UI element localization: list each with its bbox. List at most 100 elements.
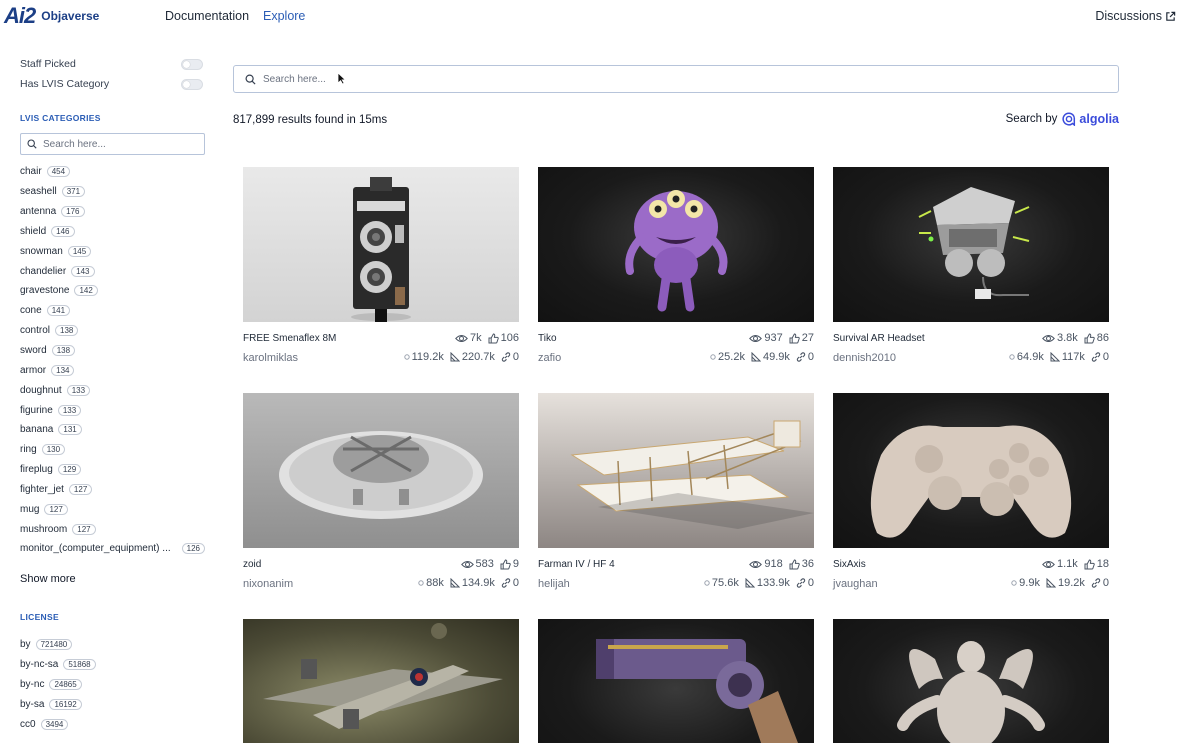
category-count-badge: 127 <box>68 483 93 495</box>
main-search-placeholder: Search here... <box>263 73 326 85</box>
lvis-category-item[interactable]: banana 131 <box>20 420 206 440</box>
license-item[interactable]: by-nc-sa 51868 <box>20 655 206 675</box>
category-count-badge: 141 <box>46 305 71 317</box>
lvis-category-item[interactable]: sword 138 <box>20 341 206 361</box>
lvis-category-item[interactable]: chandelier 143 <box>20 261 206 281</box>
model-author[interactable]: zafio <box>538 352 561 364</box>
model-title[interactable]: Tiko <box>538 333 557 344</box>
model-thumbnail[interactable] <box>538 167 814 322</box>
model-thumbnail[interactable] <box>833 393 1109 548</box>
lvis-category-item[interactable]: ring 130 <box>20 440 206 460</box>
lvis-search-input[interactable]: Search here... <box>20 133 205 155</box>
vertices-count: 9.9k <box>1019 577 1040 589</box>
lvis-category-item[interactable]: seashell 371 <box>20 182 206 202</box>
license-label: by-sa <box>20 698 45 710</box>
model-title[interactable]: Farman IV / HF 4 <box>538 559 615 570</box>
main-search-input[interactable]: Search here... <box>233 65 1119 93</box>
vertices-icon <box>704 580 710 586</box>
lvis-category-item[interactable]: mushroom 127 <box>20 519 206 539</box>
license-label: cc0 <box>20 718 36 730</box>
model-card[interactable] <box>538 619 814 743</box>
lvis-category-item[interactable]: control 138 <box>20 321 206 341</box>
views-stat: 7k <box>455 332 482 344</box>
model-thumbnail[interactable] <box>833 167 1109 322</box>
model-card[interactable]: SixAxis jvaughan 1.1k 18 9.9k 19.2k 0 <box>833 393 1109 592</box>
has-lvis-label: Has LVIS Category <box>20 78 110 90</box>
likes-icon <box>1084 558 1095 569</box>
category-label: armor <box>20 364 47 376</box>
views-stat: 1.1k <box>1042 558 1078 570</box>
search-by-algolia[interactable]: Search by algolia <box>1006 112 1119 126</box>
likes-stat: 86 <box>1084 332 1109 344</box>
model-thumbnail[interactable] <box>833 619 1109 743</box>
license-count-badge: 24865 <box>49 678 82 690</box>
model-title[interactable]: zoid <box>243 559 261 570</box>
category-count-badge: 146 <box>51 225 75 237</box>
model-card[interactable]: zoid nixonanim 583 9 88k 134.9k 0 <box>243 393 519 592</box>
model-author[interactable]: dennish2010 <box>833 352 896 364</box>
nav-explore-link[interactable]: Explore <box>263 9 305 23</box>
license-item[interactable]: by 721480 <box>20 635 206 655</box>
model-thumbnail[interactable] <box>243 619 519 743</box>
lvis-category-item[interactable]: shield 146 <box>20 222 206 242</box>
vertices-count: 64.9k <box>1016 351 1044 363</box>
likes-icon <box>789 558 800 569</box>
model-author[interactable]: karolmiklas <box>243 352 298 364</box>
category-label: banana <box>20 424 54 436</box>
has-lvis-filter: Has LVIS Category <box>20 74 206 94</box>
model-card[interactable] <box>833 619 1109 743</box>
lvis-category-item[interactable]: monitor_(computer_equipment) ... 126 <box>20 539 205 559</box>
lvis-category-item[interactable]: antenna 176 <box>20 202 206 222</box>
lvis-category-item[interactable]: fireplug 129 <box>20 460 206 480</box>
model-thumbnail[interactable] <box>243 167 519 322</box>
faces-stat: 220.7k <box>450 351 495 363</box>
lvis-category-list: chair 454 seashell 371 antenna 176 shield 146 sn… <box>20 162 206 559</box>
model-thumbnail[interactable] <box>243 393 519 548</box>
vertices-count: 88k <box>426 577 444 589</box>
likes-count: 36 <box>801 558 814 570</box>
ai2-logo-mark: Ai2 <box>4 3 36 28</box>
lvis-category-item[interactable]: chair 454 <box>20 162 206 182</box>
license-item[interactable]: by-sa 16192 <box>20 694 206 714</box>
model-title[interactable]: FREE Smenaflex 8M <box>243 333 336 344</box>
top-header: Ai2 Objaverse Documentation Explore Disc… <box>0 0 1200 34</box>
model-thumbnail[interactable] <box>538 393 814 548</box>
discussions-link[interactable]: Discussions <box>1095 9 1176 23</box>
model-title[interactable]: SixAxis <box>833 559 866 570</box>
model-card[interactable] <box>243 619 519 743</box>
lvis-category-item[interactable]: mug 127 <box>20 499 206 519</box>
staff-picked-toggle[interactable] <box>181 58 203 70</box>
model-title[interactable]: Survival AR Headset <box>833 333 925 344</box>
views-count: 937 <box>764 332 783 344</box>
license-item[interactable]: by-nc 24865 <box>20 675 206 695</box>
vertices-stat: 88k <box>418 577 444 589</box>
model-card[interactable]: Farman IV / HF 4 helijah 918 36 75.6k 13… <box>538 393 814 592</box>
model-author[interactable]: nixonanim <box>243 578 293 590</box>
lvis-category-item[interactable]: snowman 145 <box>20 241 206 261</box>
lvis-category-item[interactable]: doughnut 133 <box>20 380 206 400</box>
model-author[interactable]: jvaughan <box>833 578 878 590</box>
vertices-icon <box>418 580 424 586</box>
vertices-icon <box>710 354 716 360</box>
show-more-button[interactable]: Show more <box>20 573 206 585</box>
category-label: fighter_jet <box>20 483 64 495</box>
license-item[interactable]: cc0 3494 <box>20 714 206 734</box>
lvis-category-item[interactable]: armor 134 <box>20 360 206 380</box>
model-card[interactable]: FREE Smenaflex 8M karolmiklas 7k 106 119… <box>243 167 519 366</box>
category-label: chandelier <box>20 265 67 277</box>
lvis-category-item[interactable]: figurine 133 <box>20 400 206 420</box>
lvis-category-item[interactable]: fighter_jet 127 <box>20 480 206 500</box>
nav-documentation-link[interactable]: Documentation <box>165 9 249 23</box>
lvis-category-item[interactable]: cone 141 <box>20 301 206 321</box>
lvis-category-item[interactable]: gravestone 142 <box>20 281 206 301</box>
model-author[interactable]: helijah <box>538 578 570 590</box>
category-label: mushroom <box>20 523 68 535</box>
animations-count: 0 <box>512 577 519 589</box>
filter-sidebar: Staff Picked Has LVIS Category LVIS CATE… <box>20 54 206 734</box>
ai2-objaverse-logo[interactable]: Ai2 Objaverse <box>4 4 99 28</box>
has-lvis-toggle[interactable] <box>181 78 203 90</box>
model-card[interactable]: Survival AR Headset dennish2010 3.8k 86 … <box>833 167 1109 366</box>
category-label: sword <box>20 345 47 357</box>
model-thumbnail[interactable] <box>538 619 814 743</box>
model-card[interactable]: Tiko zafio 937 27 25.2k 49.9k 0 <box>538 167 814 366</box>
